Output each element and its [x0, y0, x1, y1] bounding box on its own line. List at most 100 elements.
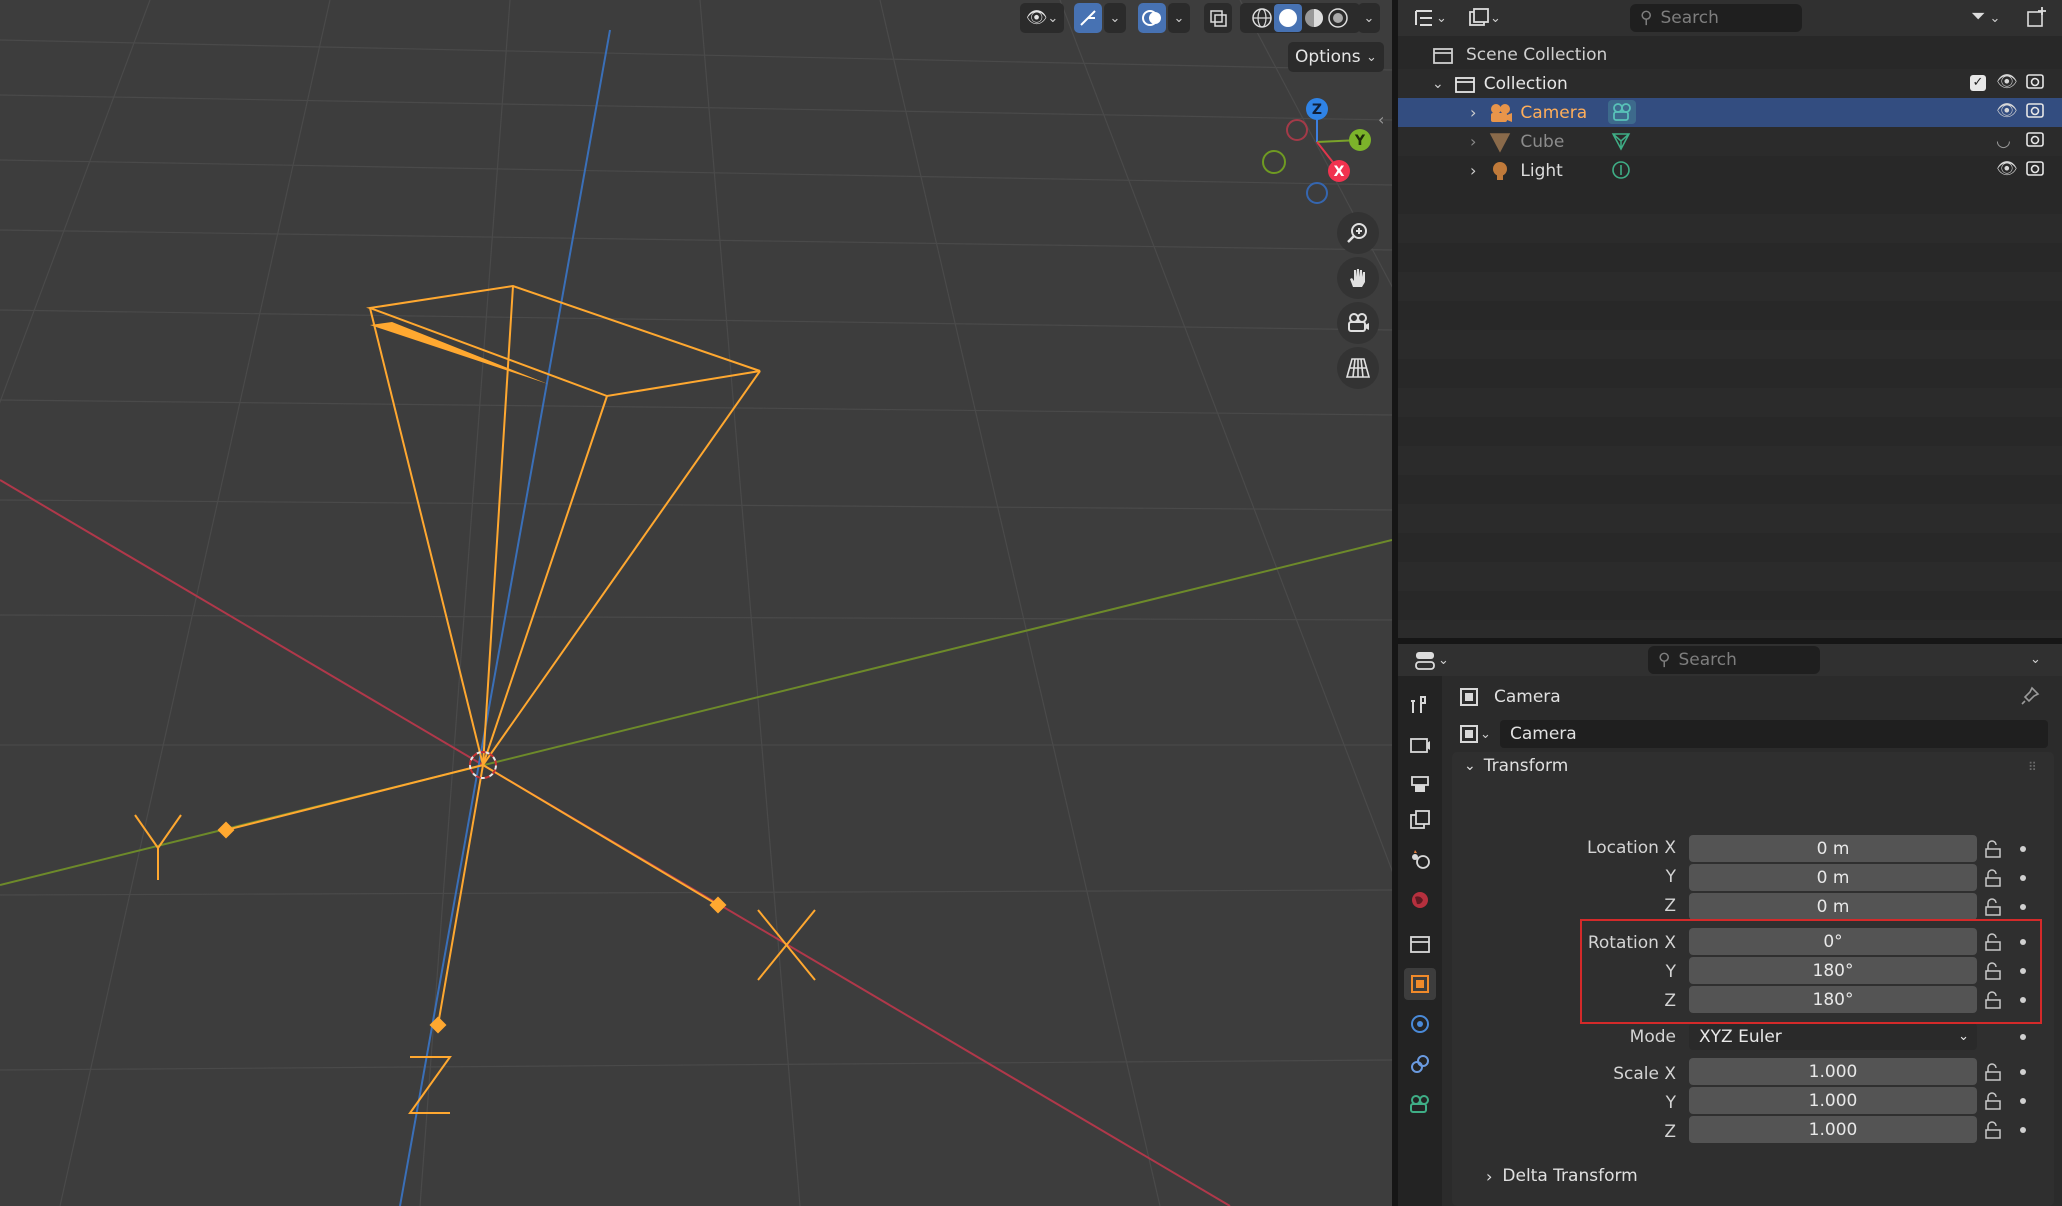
- camera-view-icon: [1348, 313, 1369, 332]
- camera-data-icon[interactable]: [1608, 100, 1636, 124]
- options-button[interactable]: Options ⌄: [1288, 42, 1384, 72]
- scene-collection-label: Scene Collection: [1466, 44, 1608, 65]
- lock-icon[interactable]: [1984, 1121, 2002, 1139]
- lock-icon[interactable]: [1984, 1092, 2002, 1110]
- new-collection-button[interactable]: [2026, 6, 2048, 28]
- visibility-menu-button[interactable]: 👁 ⌄: [1020, 3, 1064, 33]
- rotation-mode-select[interactable]: XYZ Euler ⌄: [1689, 1023, 1977, 1050]
- pan-button[interactable]: [1337, 257, 1379, 299]
- scale-x-field[interactable]: 1.000: [1689, 1058, 1977, 1085]
- object-browse-button[interactable]: ⌄: [1458, 720, 1498, 748]
- view-layer-icon: [1410, 810, 1430, 829]
- solid-shading-icon[interactable]: [1274, 4, 1302, 32]
- chevron-down-icon[interactable]: ⌄: [1432, 76, 1444, 92]
- gizmo-toggle-button[interactable]: [1074, 3, 1102, 33]
- light-data-icon[interactable]: [1610, 159, 1632, 186]
- scale-z-field[interactable]: 1.000: [1689, 1116, 1977, 1143]
- shading-dropdown[interactable]: ⌄: [1358, 3, 1380, 33]
- options-dropdown[interactable]: ⌄: [2030, 648, 2041, 667]
- navigation-gizmo[interactable]: Z Y X: [1260, 90, 1380, 210]
- neg-z-axis-circle[interactable]: [1306, 182, 1328, 204]
- eye-selectable-icon: 👁: [1025, 8, 1048, 28]
- exclude-checkbox[interactable]: ✓: [1970, 75, 1986, 91]
- chevron-down-icon: ⌄: [1985, 11, 2001, 26]
- world-icon: [1412, 892, 1428, 908]
- location-y-field[interactable]: 0 m: [1689, 864, 1977, 891]
- properties-search-input[interactable]: ⚲ Search: [1648, 646, 1820, 674]
- overlays-toggle-button[interactable]: [1138, 3, 1166, 33]
- location-y-label: Y: [1665, 867, 1676, 887]
- properties-editor-icon: [1415, 652, 1435, 670]
- eye-icon[interactable]: 👁: [1996, 159, 2018, 179]
- eye-icon[interactable]: 👁: [1996, 101, 2018, 121]
- object-name-input[interactable]: Camera: [1500, 720, 2048, 748]
- keyframe-dot[interactable]: [2020, 1127, 2026, 1133]
- neg-x-axis-circle[interactable]: [1286, 119, 1308, 141]
- chevron-down-icon: ⌄: [1958, 1029, 1969, 1044]
- tab-scene[interactable]: [1404, 844, 1436, 876]
- lock-icon[interactable]: [1984, 1063, 2002, 1081]
- outliner-row-camera[interactable]: › Camera 👁: [1398, 98, 2062, 127]
- tab-physics[interactable]: [1404, 1008, 1436, 1040]
- tab-collection[interactable]: [1404, 928, 1436, 960]
- tab-object[interactable]: [1404, 968, 1436, 1000]
- location-z-field[interactable]: 0 m: [1689, 893, 1977, 920]
- display-mode-button[interactable]: ⌄: [1468, 6, 1508, 30]
- lock-icon[interactable]: [1984, 898, 2002, 916]
- eye-icon[interactable]: 👁: [1996, 72, 2018, 92]
- render-camera-icon[interactable]: [2026, 130, 2044, 153]
- wireframe-shading-icon[interactable]: [1250, 6, 1274, 30]
- scale-y-field[interactable]: 1.000: [1689, 1087, 1977, 1114]
- tab-tool[interactable]: [1404, 688, 1436, 720]
- chevron-down-icon: ⌄: [1436, 10, 1447, 26]
- transform-panel-header[interactable]: ⌄ Transform: [1464, 756, 1568, 776]
- outliner-search-input[interactable]: ⚲ Search: [1630, 4, 1802, 32]
- eye-closed-icon[interactable]: ◡: [1996, 131, 2011, 151]
- chevron-right-icon[interactable]: ›: [1470, 103, 1476, 122]
- location-x-field[interactable]: 0 m: [1689, 835, 1977, 862]
- editor-type-button[interactable]: ⌄: [1414, 6, 1454, 30]
- tab-camera-data[interactable]: [1404, 1088, 1436, 1120]
- tab-render[interactable]: [1404, 728, 1436, 760]
- overlays-dropdown[interactable]: ⌄: [1168, 3, 1190, 33]
- chevron-right-icon[interactable]: ›: [1470, 132, 1476, 151]
- keyframe-dot[interactable]: [2020, 846, 2026, 852]
- outliner-row-cube[interactable]: › Cube ◡: [1398, 127, 2062, 156]
- outliner-row-scene-collection[interactable]: Scene Collection: [1398, 40, 2062, 69]
- lock-icon[interactable]: [1984, 840, 2002, 858]
- render-camera-icon[interactable]: [2026, 101, 2044, 124]
- render-camera-icon[interactable]: [2026, 159, 2044, 182]
- outliner-row-light[interactable]: › Light 👁: [1398, 156, 2062, 185]
- tab-world[interactable]: [1404, 884, 1436, 916]
- zoom-button[interactable]: [1337, 212, 1379, 254]
- xray-toggle-button[interactable]: [1204, 3, 1232, 33]
- tab-view-layer[interactable]: [1404, 804, 1436, 836]
- neg-y-axis-circle[interactable]: [1262, 150, 1286, 174]
- keyframe-dot[interactable]: [2020, 1069, 2026, 1075]
- 3d-viewport[interactable]: 👁 ⌄ ⌄ ⌄ ⌄ Options ⌄ ‹ Z Y X: [0, 0, 1392, 1206]
- lock-icon[interactable]: [1984, 869, 2002, 887]
- delta-transform-subpanel[interactable]: › Delta Transform: [1486, 1166, 1638, 1186]
- keyframe-dot[interactable]: [2020, 875, 2026, 881]
- keyframe-dot[interactable]: [2020, 1098, 2026, 1104]
- keyframe-dot[interactable]: [2020, 1034, 2026, 1040]
- keyframe-dot[interactable]: [2020, 904, 2026, 910]
- search-placeholder: Search: [1678, 650, 1737, 670]
- tool-icon: [1411, 696, 1426, 713]
- filter-button[interactable]: ⏷ ⌄: [1971, 6, 2000, 27]
- render-camera-icon[interactable]: [2026, 72, 2044, 95]
- chevron-right-icon[interactable]: ›: [1470, 161, 1476, 180]
- outliner-row-collection[interactable]: ⌄ Collection ✓ 👁: [1398, 69, 2062, 98]
- editor-type-button[interactable]: ⌄: [1414, 648, 1456, 672]
- tab-output[interactable]: [1404, 768, 1436, 800]
- mesh-data-icon[interactable]: [1610, 130, 1632, 157]
- ortho-toggle-button[interactable]: [1337, 347, 1379, 389]
- camera-view-button[interactable]: [1337, 302, 1379, 344]
- rendered-shading-icon[interactable]: [1326, 6, 1350, 30]
- cube-label: Cube: [1520, 131, 1565, 152]
- gizmo-dropdown[interactable]: ⌄: [1104, 3, 1126, 33]
- pin-icon[interactable]: [2020, 686, 2040, 710]
- tab-constraints[interactable]: [1404, 1048, 1436, 1080]
- drag-handle-icon[interactable]: ⠿: [2028, 760, 2037, 774]
- material-shading-icon[interactable]: [1302, 6, 1326, 30]
